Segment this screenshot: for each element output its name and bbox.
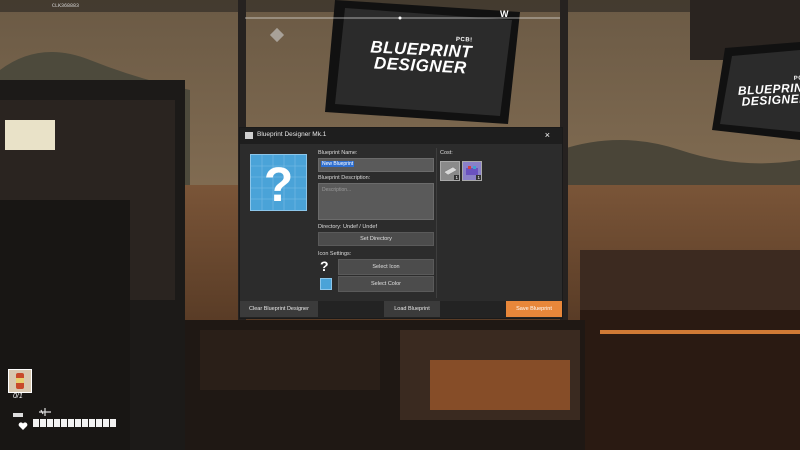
monitor-logo-right: PCB! BLUEPRINT DESIGNER <box>737 75 800 109</box>
blueprint-icon-preview[interactable]: ? <box>250 154 307 211</box>
aircraft-icon <box>38 404 52 416</box>
description-placeholder: Description... <box>322 187 352 193</box>
health-segment <box>68 419 74 427</box>
health-segment <box>75 419 81 427</box>
description-label: Blueprint Description: <box>318 175 371 181</box>
divider <box>436 148 437 298</box>
name-field[interactable]: New Blueprint <box>318 158 434 172</box>
heart-icon <box>18 418 28 430</box>
dialog-titlebar[interactable]: Blueprint Designer Mk.1 × <box>240 128 562 144</box>
health-segment <box>47 419 53 427</box>
health-segment <box>89 419 95 427</box>
load-blueprint-button[interactable]: Load Blueprint <box>384 301 440 317</box>
select-color-button[interactable]: Select Color <box>338 276 434 292</box>
health-segment <box>103 419 109 427</box>
save-blueprint-button[interactable]: Save Blueprint <box>506 301 562 317</box>
monitor-line2-right: DESIGNER <box>741 91 800 109</box>
circuit-board-icon: 1 <box>462 161 482 181</box>
dialog-title: Blueprint Designer Mk.1 <box>257 131 327 138</box>
directory-label: Directory: Undef / Undef <box>318 224 377 230</box>
cost-count: 1 <box>476 175 481 180</box>
icon-preview-question-icon: ? <box>320 258 329 274</box>
cost-count: 1 <box>454 175 459 180</box>
tool-icon <box>12 406 24 417</box>
svg-text:?: ? <box>264 159 293 210</box>
food-item-icon <box>16 373 24 389</box>
name-value: New Blueprint <box>321 161 355 167</box>
monitor-logo-left: PCB! BLUEPRINT DESIGNER <box>369 33 473 77</box>
window-icon <box>245 132 253 139</box>
clear-designer-button[interactable]: Clear Blueprint Designer <box>240 301 318 317</box>
compass-west-marker: W <box>500 9 509 19</box>
cost-label: Cost: <box>440 150 453 156</box>
blueprint-designer-dialog: Blueprint Designer Mk.1 × ? Blueprint Na… <box>240 128 562 318</box>
health-segment <box>82 419 88 427</box>
health-segment <box>40 419 46 427</box>
name-label: Blueprint Name: <box>318 150 358 156</box>
metal-plate-icon: 1 <box>440 161 460 181</box>
health-segment <box>54 419 60 427</box>
held-item-slot <box>8 369 32 393</box>
item-count-text: 0/1 <box>13 393 23 400</box>
health-segment <box>110 419 116 427</box>
select-icon-button[interactable]: Select Icon <box>338 259 434 275</box>
icon-settings-label: Icon Settings: <box>318 251 352 257</box>
question-mark-icon: ? <box>251 155 306 210</box>
session-id-text: CLK368883 <box>52 3 80 9</box>
set-directory-button[interactable]: Set Directory <box>318 232 434 246</box>
health-segment <box>96 419 102 427</box>
close-icon[interactable]: × <box>545 130 550 140</box>
health-segment <box>33 419 39 427</box>
description-field[interactable]: Description... <box>318 183 434 220</box>
color-swatch[interactable] <box>320 278 332 290</box>
health-segment <box>61 419 67 427</box>
